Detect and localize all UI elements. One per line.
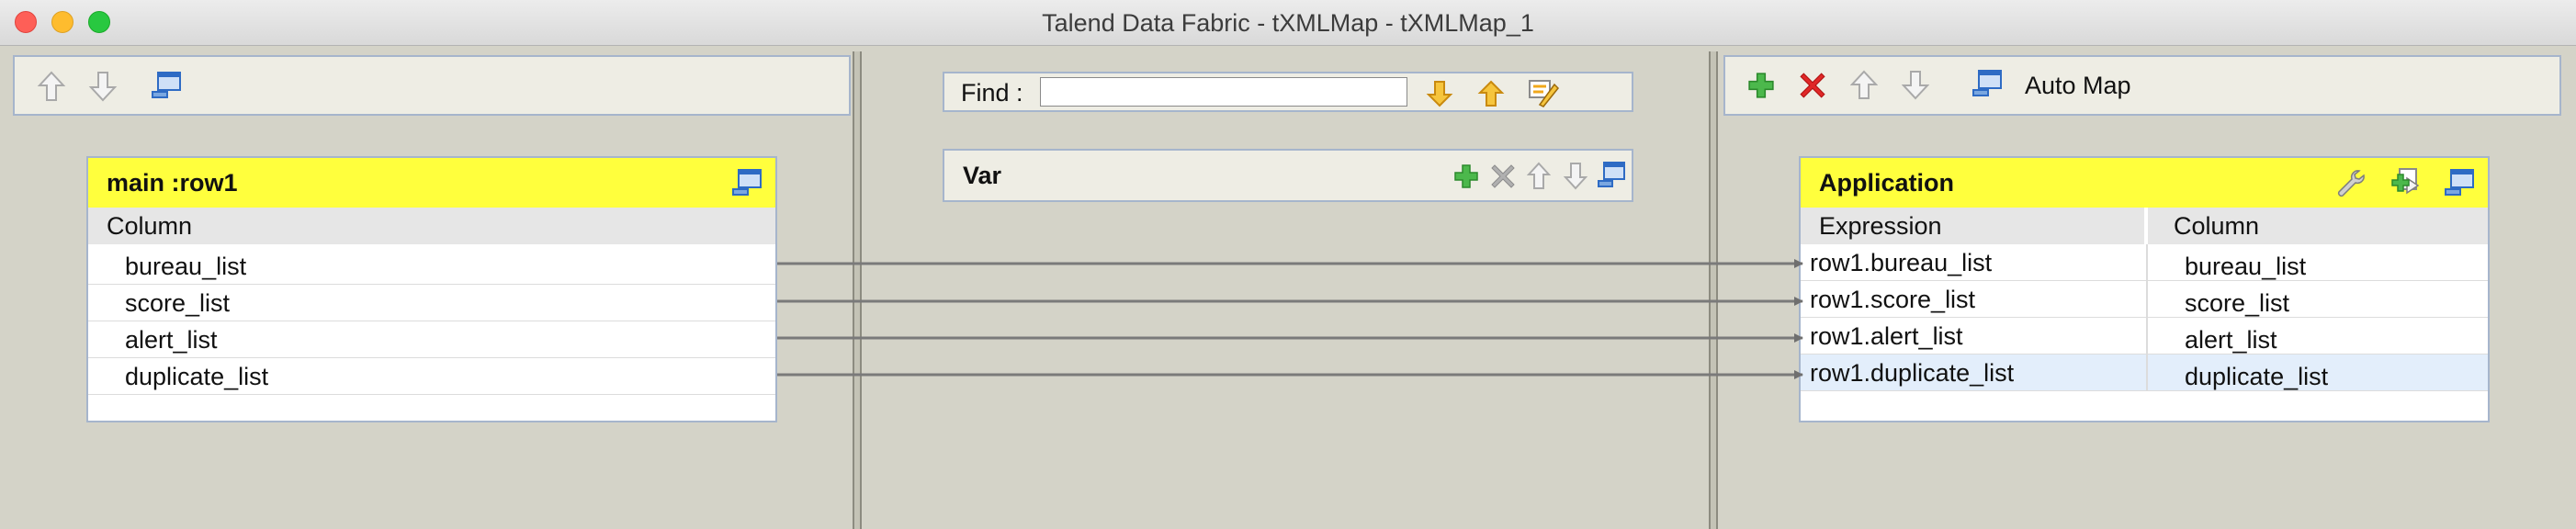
- mapping-links: [777, 259, 1803, 379]
